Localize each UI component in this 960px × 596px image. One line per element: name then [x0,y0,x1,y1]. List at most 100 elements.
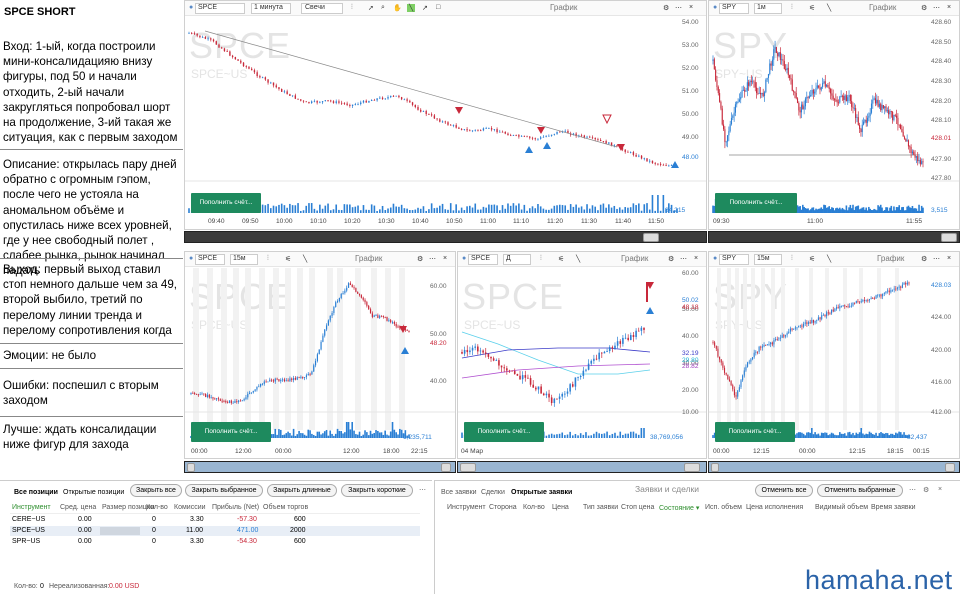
candle [808,96,810,99]
col-header[interactable]: Инструмент [12,504,51,511]
candle [501,131,504,133]
volume-bar [809,432,811,438]
candle [569,384,571,392]
volume-bar [622,434,624,438]
candle [458,127,460,129]
candle [595,358,598,360]
candle [773,49,775,60]
candle [832,309,834,312]
col-header[interactable]: Прибыль (Net) [212,504,259,511]
col-header[interactable]: Состояние ▾ [659,504,699,512]
col-header[interactable]: Комиссии [174,504,206,511]
time-scrollbar[interactable] [184,461,456,473]
x-label: 11:20 [547,218,564,225]
col-header[interactable]: Исп. объем [705,504,742,511]
table-cell[interactable]: SPR~US [12,538,40,545]
topup-button[interactable]: Пополнить счёт... [715,193,797,213]
volume-bar [548,434,550,438]
col-header[interactable]: Стоп цена [621,504,654,511]
tab-open-orders[interactable]: Открытые заявки [511,489,572,496]
candle [730,117,733,125]
col-header[interactable]: Кол-во [523,504,545,511]
volume-bar [526,210,528,213]
volume-bar [545,209,547,213]
close-long-button[interactable]: Закрыть длинные [267,484,337,497]
chart-spce-daily[interactable]: ● SPCE Д ⫶ ⚟ ╲ График ⚙ ⋯ × SPCE SPCE~US… [457,251,707,459]
table-cell[interactable]: SPCE~US [12,527,45,534]
close-icon[interactable]: × [938,486,942,493]
candle [812,89,814,94]
volume-bar [444,209,447,213]
topup-button[interactable]: Пополнить счёт... [191,422,271,442]
time-scrollbar[interactable] [708,461,960,473]
topup-button[interactable]: Пополнить счёт... [191,193,261,213]
candle [368,305,370,310]
col-header[interactable]: Время заявки [871,504,916,511]
close-short-button[interactable]: Закрыть короткие [341,484,413,497]
session-band [771,268,775,430]
cancel-all-button[interactable]: Отменить все [755,484,813,497]
candle [327,100,329,101]
candle [384,316,386,318]
candle [206,394,209,398]
scrollbar-thumb[interactable] [441,463,451,472]
col-header[interactable]: Кол-во [146,504,168,511]
candle [285,380,287,382]
volume-bar [593,433,595,438]
scrollbar-thumb[interactable] [643,233,659,242]
col-header[interactable]: Объем торгов [263,504,308,511]
candle [630,335,632,341]
candle [720,101,722,109]
more-icon[interactable]: ⋯ [909,486,916,494]
candle [482,350,484,353]
time-scrollbar[interactable] [708,231,960,243]
volume-bar [804,435,807,438]
scrollbar-thumb[interactable] [941,233,957,242]
candle [861,124,863,133]
table-cell[interactable]: CERE~US [12,516,45,523]
candle [758,92,760,94]
topup-button[interactable]: Пополнить счёт... [715,422,795,442]
chart-spce-15m[interactable]: ● SPCE 15м ⫶ ⚟ ╲ График ⚙ ⋯ × SPCE SPCE~… [184,251,456,459]
time-scrollbar[interactable] [184,231,707,243]
tab-open-positions[interactable]: Открытые позиции [63,489,124,496]
candle [865,300,867,301]
more-icon[interactable]: ⋯ [419,486,426,494]
col-header[interactable]: Инструмент [447,504,486,511]
close-selected-button[interactable]: Закрыть выбранное [185,484,263,497]
price-plot[interactable] [185,1,707,230]
topup-button[interactable]: Пополнить счёт... [464,422,544,442]
chart-spce-1m[interactable]: ● SPCE 1 минута Свечи ⫶ ➚ ⌕ ✋ ╲ ↗ □ Граф… [184,0,707,230]
volume-bar [283,434,286,438]
chart-spy-15m[interactable]: ● SPY 15м ⫶ ⚟ ╲ График ⚙ ⋯ × SPY SPY~US … [708,251,960,459]
close-all-button[interactable]: Закрыть все [130,484,182,497]
tab-all-orders[interactable]: Все заявки [441,489,477,496]
y-label: 54.00 [682,19,699,26]
volume-bar [325,429,328,438]
candle [908,282,910,284]
x-label: 09:30 [713,218,730,225]
scrollbar-thumb[interactable] [945,463,955,472]
candle [823,81,825,84]
col-header[interactable]: Сред. цена [60,504,96,511]
scrollbar-thumb[interactable] [460,463,476,472]
tab-trades[interactable]: Сделки [481,489,505,496]
cancel-selected-button[interactable]: Отменить выбранные [817,484,903,497]
scrollbar-thumb[interactable] [187,463,195,472]
scrollbar-thumb[interactable] [684,463,700,472]
candle [632,335,635,338]
col-header[interactable]: Тип заявки [583,504,618,511]
col-header[interactable]: Сторона [489,504,517,511]
chart-spy-1m[interactable]: ● SPY 1м ⫶ ⚟ ╲ График ⚙ ⋯ × SPY SPY~US 4… [708,0,960,230]
tab-all-positions[interactable]: Все позиции [14,489,58,496]
time-scrollbar[interactable] [457,461,707,473]
col-header[interactable]: Цена [552,504,569,511]
col-header[interactable]: Видимый объем [815,504,868,511]
candle [657,163,659,165]
candle [859,301,861,303]
candle [346,287,348,291]
candle [393,321,395,325]
col-header[interactable]: Цена исполнения [746,504,803,511]
settings-icon[interactable]: ⚙ [923,486,929,494]
scrollbar-thumb[interactable] [711,463,719,472]
